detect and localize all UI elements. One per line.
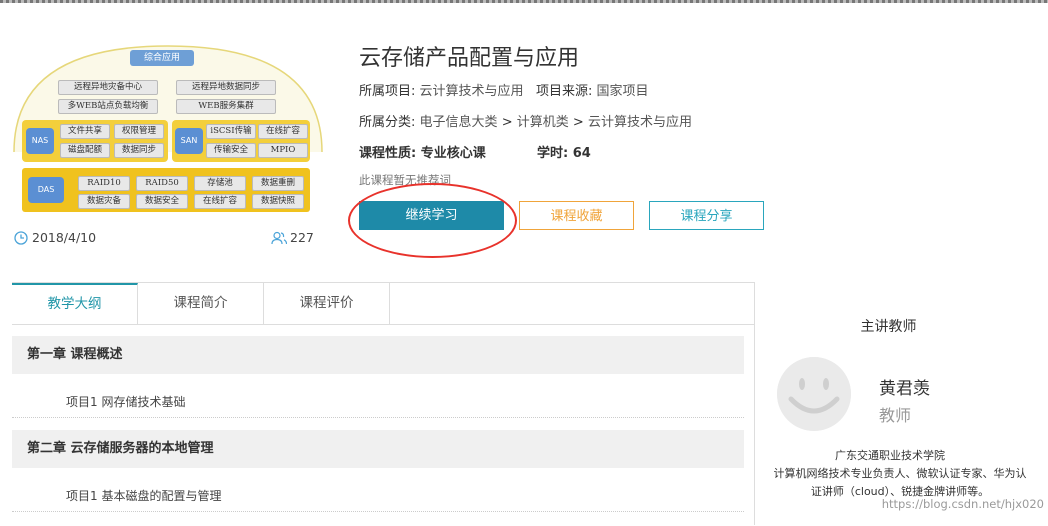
category-label: 所属分类: <box>359 115 416 130</box>
cover-row1-right: 远程异地数据同步 <box>176 80 276 95</box>
share-course-button[interactable]: 课程分享 <box>649 201 764 230</box>
learner-count: 227 <box>271 230 314 245</box>
cover-das-item: RAID10 <box>78 176 130 191</box>
date-text: 2018/4/10 <box>32 230 97 245</box>
cover-nas-label: NAS <box>26 128 54 154</box>
teacher-section-title: 主讲教师 <box>860 319 917 335</box>
teacher-organization: 广东交通职业技术学院 <box>835 449 945 462</box>
source-value: 国家项目 <box>596 84 649 99</box>
course-nature: 课程性质: 专业核心课 <box>359 146 486 161</box>
cover-das-item: 在线扩容 <box>194 194 246 209</box>
cover-nas-item: 文件共享 <box>60 124 110 139</box>
source-label: 项目来源: <box>535 84 593 99</box>
course-date: 2018/4/10 <box>14 230 96 245</box>
category-item[interactable]: 计算机类 <box>517 115 569 130</box>
breadcrumb-separator: > <box>501 115 513 130</box>
project-label: 所属项目: <box>359 84 416 99</box>
teacher-role: 教师 <box>879 406 912 425</box>
divider <box>12 511 744 512</box>
cover-das-item: 数据灾备 <box>78 194 130 209</box>
course-content-panel: 教学大纲 课程简介 课程评价 第一章 课程概述 项目1 网存储技术基础 第二章 … <box>12 282 754 526</box>
users-icon <box>271 231 287 244</box>
lesson-item[interactable]: 项目1 基本磁盘的配置与管理 <box>66 487 221 504</box>
cover-nas-item: 权限管理 <box>114 124 164 139</box>
top-border <box>0 0 1048 3</box>
chapter-heading[interactable]: 第二章 云存储服务器的本地管理 <box>12 430 744 468</box>
course-cover-image[interactable]: 综合应用 远程异地灾备中心 远程异地数据同步 多WEB站点负载均衡 WEB服务集… <box>12 42 324 214</box>
cover-row2-left: 多WEB站点负载均衡 <box>58 99 158 114</box>
cover-nas-item: 数据同步 <box>114 143 164 158</box>
favorite-course-button[interactable]: 课程收藏 <box>519 201 634 230</box>
teacher-panel: 主讲教师 黄君羡 教师 广东交通职业技术学院 计算机网络技术专业负责人、微软认证… <box>754 282 1048 525</box>
count-text: 227 <box>290 230 314 245</box>
cover-das-item: 存储池 <box>194 176 246 191</box>
cover-nas-item: 磁盘配额 <box>60 143 110 158</box>
hours-value: 64 <box>572 146 591 161</box>
cover-san-item: 传输安全 <box>206 143 256 158</box>
cover-row2-right: WEB服务集群 <box>176 99 276 114</box>
hours-label: 学时: <box>537 146 569 161</box>
cover-das-item: RAID50 <box>136 176 188 191</box>
project-value[interactable]: 云计算技术与应用 <box>420 84 524 99</box>
continue-learning-button[interactable]: 继续学习 <box>359 201 504 230</box>
course-tabs: 教学大纲 课程简介 课程评价 <box>12 283 754 325</box>
cover-top-label: 综合应用 <box>130 50 194 66</box>
cover-san-label: SAN <box>175 128 203 154</box>
cover-san-item: iSCSI传输 <box>206 124 256 139</box>
cover-san-item: 在线扩容 <box>258 124 308 139</box>
tab-syllabus[interactable]: 教学大纲 <box>12 283 138 324</box>
cover-das-label: DAS <box>28 177 64 203</box>
cover-san-item: MPIO <box>258 143 308 158</box>
lesson-item[interactable]: 项目1 网存储技术基础 <box>66 393 185 410</box>
cover-das-item: 数据重删 <box>252 176 304 191</box>
category-breadcrumb: 所属分类: 电子信息大类 > 计算机类 > 云计算技术与应用 <box>359 111 692 130</box>
breadcrumb-separator: > <box>572 115 584 130</box>
course-title: 云存储产品配置与应用 <box>359 46 580 71</box>
teacher-description: 计算机网络技术专业负责人、微软认证专家、华为认证讲师（cloud）、锐捷金牌讲师… <box>773 467 1027 498</box>
category-item[interactable]: 电子信息大类 <box>420 115 498 130</box>
cover-das-item: 数据快照 <box>252 194 304 209</box>
teacher-name[interactable]: 黄君羡 <box>879 374 930 399</box>
recommendation-text: 此课程暂无推荐词 <box>359 173 451 187</box>
cover-row1-left: 远程异地灾备中心 <box>58 80 158 95</box>
tab-intro[interactable]: 课程简介 <box>138 283 264 324</box>
category-item[interactable]: 云计算技术与应用 <box>588 115 692 130</box>
clock-icon <box>14 230 28 245</box>
project-info: 所属项目: 云计算技术与应用 项目来源: 国家项目 <box>359 80 649 99</box>
teacher-avatar[interactable] <box>777 357 851 431</box>
smiley-icon <box>777 357 851 431</box>
chapter-heading[interactable]: 第一章 课程概述 <box>12 336 744 374</box>
tab-reviews[interactable]: 课程评价 <box>264 283 390 324</box>
course-hours: 学时: 64 <box>537 142 591 161</box>
cover-das-item: 数据安全 <box>136 194 188 209</box>
divider <box>12 417 744 418</box>
watermark: https://blog.csdn.net/hjx020 <box>881 497 1044 511</box>
